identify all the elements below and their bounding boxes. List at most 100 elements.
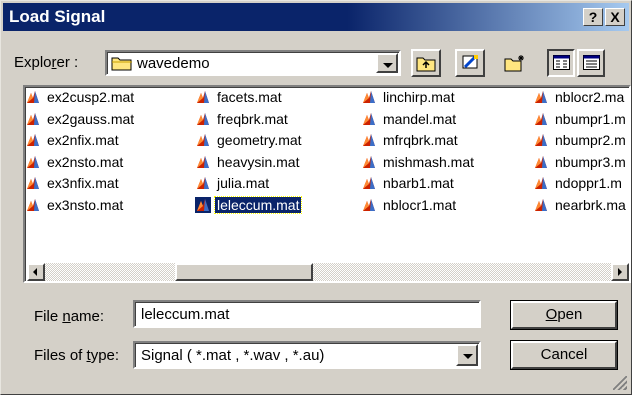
explorer-label: Explorer : — [14, 54, 79, 71]
file-type-value: Signal ( *.mat , *.wav , *.au) — [141, 347, 325, 364]
matlab-file-icon — [533, 197, 549, 213]
chevron-down-icon — [463, 354, 473, 359]
list-view-button[interactable] — [547, 49, 575, 77]
matlab-file-icon — [195, 132, 211, 148]
file-item[interactable]: heavysin.mat — [195, 152, 301, 172]
matlab-file-icon — [533, 89, 549, 105]
matlab-file-icon — [195, 197, 211, 213]
file-item[interactable]: nblocr2.ma — [533, 87, 626, 107]
explorer-dropdown-button[interactable] — [376, 53, 398, 73]
file-name-text: linchirp.mat — [383, 89, 455, 105]
matlab-file-icon — [195, 111, 211, 127]
matlab-file-icon — [25, 132, 41, 148]
desktop-button[interactable] — [455, 49, 485, 77]
file-item[interactable]: ex2nsto.mat — [25, 152, 125, 172]
desktop-icon — [460, 53, 480, 78]
matlab-file-icon — [533, 132, 549, 148]
explorer-combo[interactable]: wavedemo — [105, 50, 401, 76]
file-item[interactable]: nblocr1.mat — [361, 195, 458, 215]
resize-grip-icon[interactable] — [613, 376, 627, 390]
scroll-right-button[interactable] — [611, 263, 629, 281]
file-item[interactable]: ex2cusp2.mat — [25, 87, 136, 107]
scroll-thumb[interactable] — [175, 263, 313, 281]
file-item[interactable]: mishmash.mat — [361, 152, 476, 172]
file-type-select[interactable]: Signal ( *.mat , *.wav , *.au) — [133, 341, 481, 369]
file-name-text: freqbrk.mat — [217, 110, 288, 127]
file-name-text: nblocr2.ma — [555, 89, 625, 105]
file-name-text: ex2nsto.mat — [47, 153, 124, 170]
new-folder-button[interactable] — [499, 49, 529, 77]
matlab-file-icon — [25, 197, 41, 213]
help-button[interactable]: ? — [583, 8, 603, 26]
file-name-text: ex2nfix.mat — [47, 132, 119, 149]
file-item[interactable]: nbumpr1.m — [533, 109, 628, 129]
file-name-text: facets.mat — [217, 89, 282, 105]
new-folder-icon — [504, 54, 526, 77]
arrow-right-icon — [618, 268, 622, 276]
matlab-file-icon — [25, 175, 41, 191]
matlab-file-icon — [533, 111, 549, 127]
file-item[interactable]: linchirp.mat — [361, 87, 457, 107]
file-name-text: nearbrk.ma — [555, 197, 626, 213]
file-name-text: ndoppr1.m — [555, 175, 622, 192]
file-item[interactable]: mandel.mat — [361, 109, 458, 129]
file-item[interactable]: ex3nfix.mat — [25, 173, 121, 193]
details-view-icon — [583, 55, 601, 76]
file-name-input[interactable]: leleccum.mat — [133, 300, 481, 328]
file-item[interactable]: nbumpr3.m — [533, 152, 628, 172]
file-item[interactable]: leleccum.mat — [195, 195, 303, 215]
file-item[interactable]: julia.mat — [195, 173, 271, 193]
up-folder-icon — [416, 54, 436, 77]
file-item[interactable]: ex3nsto.mat — [25, 195, 125, 215]
scroll-left-button[interactable] — [27, 263, 45, 281]
file-type-dropdown-button[interactable] — [456, 344, 478, 366]
arrow-left-icon — [33, 268, 37, 276]
close-button[interactable]: X — [605, 8, 625, 26]
file-item[interactable]: facets.mat — [195, 87, 284, 107]
matlab-file-icon — [25, 111, 41, 127]
file-name-text: nblocr1.mat — [383, 197, 457, 213]
file-item[interactable]: ex2gauss.mat — [25, 109, 136, 129]
file-item[interactable]: freqbrk.mat — [195, 109, 290, 129]
chevron-down-icon — [383, 63, 393, 68]
file-name-text: mandel.mat — [383, 110, 457, 127]
horizontal-scrollbar[interactable] — [27, 263, 629, 281]
matlab-file-icon — [195, 175, 211, 191]
up-folder-button[interactable] — [411, 49, 441, 77]
file-type-label: Files of type: — [34, 347, 120, 364]
explorer-folder-text: wavedemo — [137, 55, 210, 72]
file-name-text: mfrqbrk.mat — [383, 132, 458, 149]
title-bar[interactable]: Load Signal ? X — [3, 3, 629, 31]
matlab-file-icon — [25, 89, 41, 105]
matlab-file-icon — [361, 132, 377, 148]
file-item[interactable]: ndoppr1.m — [533, 173, 624, 193]
file-name-text: ex2gauss.mat — [47, 110, 135, 127]
load-signal-dialog: Load Signal ? X Explorer : wavedemo ex2c… — [0, 0, 632, 395]
file-item[interactable]: geometry.mat — [195, 130, 304, 150]
file-item[interactable]: nbarb1.mat — [361, 173, 456, 193]
cancel-button[interactable]: Cancel — [511, 341, 617, 369]
file-name-text: geometry.mat — [217, 132, 302, 149]
file-name-text: nbumpr1.m — [555, 110, 626, 127]
file-name-text: leleccum.mat — [213, 196, 303, 214]
file-name-text: nbumpr2.m — [555, 132, 626, 149]
matlab-file-icon — [361, 175, 377, 191]
file-name-text: ex3nfix.mat — [47, 175, 119, 192]
file-name-text: nbarb1.mat — [383, 175, 454, 192]
matlab-file-icon — [25, 154, 41, 170]
file-item[interactable]: ex2nfix.mat — [25, 130, 121, 150]
matlab-file-icon — [361, 197, 377, 213]
matlab-file-icon — [361, 111, 377, 127]
matlab-file-icon — [361, 89, 377, 105]
matlab-file-icon — [361, 154, 377, 170]
matlab-file-icon — [195, 89, 211, 105]
file-item[interactable]: nbumpr2.m — [533, 130, 628, 150]
file-name-text: mishmash.mat — [383, 153, 475, 170]
file-name-text: ex3nsto.mat — [47, 197, 124, 213]
file-name-value: leleccum.mat — [141, 306, 230, 323]
open-button[interactable]: Open — [511, 301, 617, 329]
file-item[interactable]: mfrqbrk.mat — [361, 130, 460, 150]
list-view-icon — [553, 55, 571, 76]
details-view-button[interactable] — [577, 49, 605, 77]
file-item[interactable]: nearbrk.ma — [533, 195, 628, 215]
